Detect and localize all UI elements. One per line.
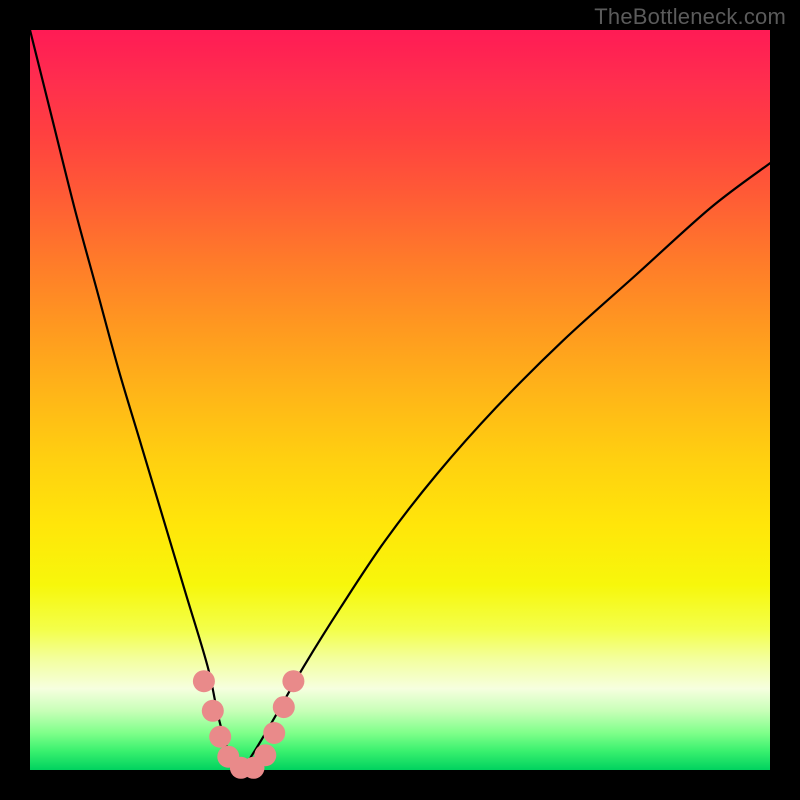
chart-frame: TheBottleneck.com	[0, 0, 800, 800]
plot-area	[30, 30, 770, 770]
marker-group	[193, 670, 305, 779]
bottleneck-curve	[30, 30, 770, 770]
curve-marker	[209, 726, 231, 748]
curve-marker	[254, 744, 276, 766]
curve-marker	[193, 670, 215, 692]
curve-layer	[30, 30, 770, 770]
curve-marker	[282, 670, 304, 692]
watermark-text: TheBottleneck.com	[594, 4, 786, 30]
curve-marker	[263, 722, 285, 744]
curve-marker	[273, 696, 295, 718]
curve-marker	[202, 700, 224, 722]
